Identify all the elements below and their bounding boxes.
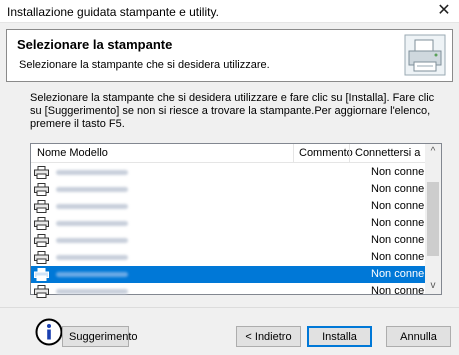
install-button[interactable]: Installa xyxy=(307,326,372,347)
column-divider[interactable] xyxy=(293,144,294,163)
printer-icon xyxy=(34,234,49,247)
model-name-redacted xyxy=(56,170,128,175)
scroll-up-icon[interactable]: ^ xyxy=(425,144,441,160)
printer-icon xyxy=(34,285,49,298)
table-row[interactable]: Non conne xyxy=(31,232,426,249)
printer-icon xyxy=(34,166,49,179)
table-row[interactable]: Non conne xyxy=(31,249,426,266)
window-title: Installazione guidata stampante e utilit… xyxy=(7,5,219,19)
table-row[interactable]: Non conne xyxy=(31,164,426,181)
scroll-down-icon[interactable]: v xyxy=(425,278,441,294)
connection-cell: Non conne xyxy=(371,268,425,280)
printer-icon xyxy=(34,183,49,196)
back-button[interactable]: < Indietro xyxy=(236,326,301,347)
connection-cell: Non conne xyxy=(371,285,425,297)
printer-icon xyxy=(34,251,49,264)
instructions-text: Selezionare la stampante che si desidera… xyxy=(30,92,435,130)
connection-cell: Non conne xyxy=(371,183,425,195)
scroll-thumb[interactable] xyxy=(427,182,439,256)
footer-divider xyxy=(0,307,459,308)
table-row[interactable]: Non conne xyxy=(31,215,426,232)
cancel-button[interactable]: Annulla xyxy=(386,326,451,347)
column-divider[interactable] xyxy=(349,144,350,163)
table-row[interactable]: Non conne xyxy=(31,266,426,283)
model-name-redacted xyxy=(56,272,128,277)
model-name-redacted xyxy=(56,289,128,294)
page-subtitle: Selezionare la stampante che si desidera… xyxy=(19,59,270,71)
connection-cell: Non conne xyxy=(371,217,425,229)
close-icon[interactable]: ✕ xyxy=(429,0,459,23)
list-rows: Non conne Non conne Non conne Non conne Non … xyxy=(31,164,426,300)
printer-list[interactable]: Nome Modello Commento Connettersi a Non … xyxy=(30,143,442,298)
connection-cell: Non conne xyxy=(371,234,425,246)
connection-cell: Non conne xyxy=(371,200,425,212)
model-name-redacted xyxy=(56,187,128,192)
list-header: Nome Modello Commento Connettersi a xyxy=(31,144,426,163)
info-icon xyxy=(35,318,63,346)
hint-button[interactable]: Suggerimento xyxy=(62,326,138,347)
model-name-redacted xyxy=(56,221,128,226)
table-row[interactable]: Non conne xyxy=(31,198,426,215)
connection-cell: Non conne xyxy=(371,166,425,178)
column-header-comment[interactable]: Commento xyxy=(299,147,353,159)
column-header-connection[interactable]: Connettersi a xyxy=(355,147,425,159)
printer-setup-icon xyxy=(404,34,446,76)
model-name-redacted xyxy=(56,238,128,243)
printer-icon xyxy=(34,268,49,281)
table-row[interactable]: Non conne xyxy=(31,181,426,198)
title-bar: Installazione guidata stampante e utilit… xyxy=(0,0,459,23)
printer-icon xyxy=(34,200,49,213)
model-name-redacted xyxy=(56,255,128,260)
wizard-header: Selezionare la stampante Selezionare la … xyxy=(6,29,453,82)
vertical-scrollbar[interactable]: ^ v xyxy=(425,144,441,294)
model-name-redacted xyxy=(56,204,128,209)
column-header-model[interactable]: Nome Modello xyxy=(37,147,108,159)
page-title: Selezionare la stampante xyxy=(17,37,173,52)
printer-icon xyxy=(34,217,49,230)
table-row[interactable]: Non conne xyxy=(31,283,426,300)
connection-cell: Non conne xyxy=(371,251,425,263)
